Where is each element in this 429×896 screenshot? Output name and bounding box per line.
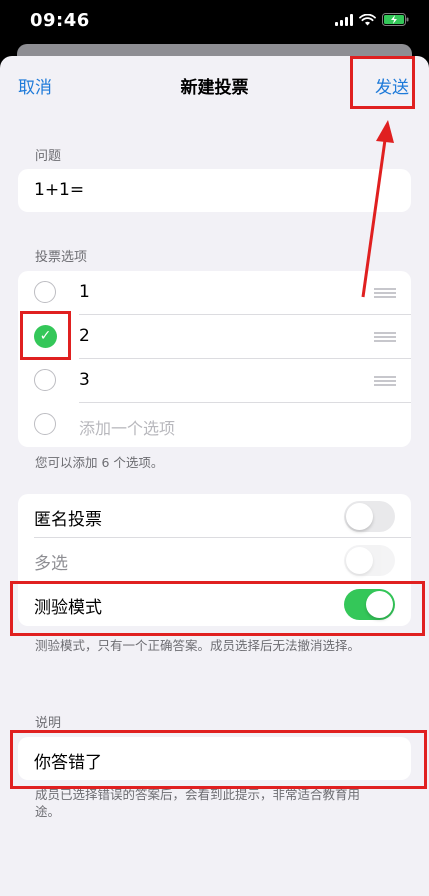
annotation-arrow-icon bbox=[361, 120, 394, 298]
